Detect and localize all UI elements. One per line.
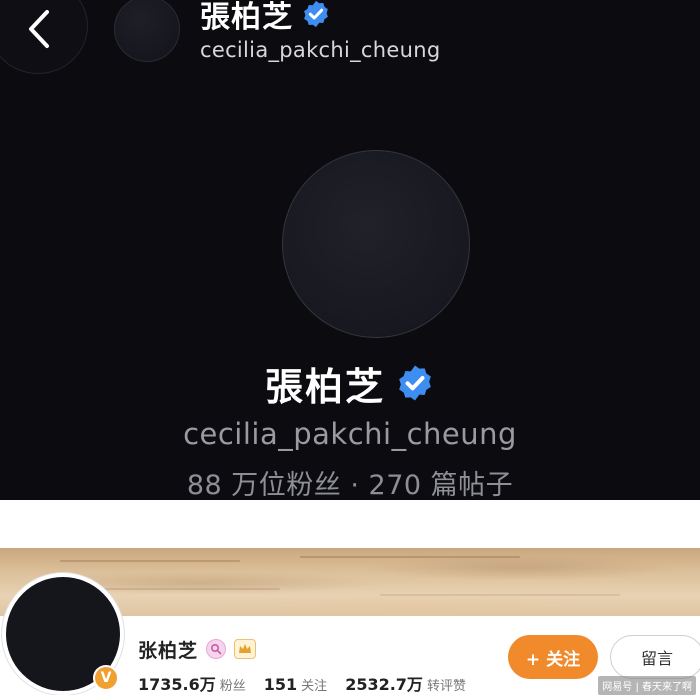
vip-crown-icon[interactable] <box>234 639 257 659</box>
weibo-username: 张柏芝 <box>138 639 199 662</box>
header-name-row: 張柏芝 <box>200 0 331 35</box>
banner-texture <box>300 556 520 558</box>
engagement-count[interactable]: 2532.7万 <box>345 671 423 695</box>
weibo-stats-row: 1735.6万 粉丝 151 关注 2532.7万 转评赞 <box>138 671 480 694</box>
following-label: 关注 <box>301 679 328 694</box>
banner-texture <box>60 560 240 562</box>
watermark: 网易号 | 春天来了啊 <box>598 676 696 695</box>
profile-stats: 88 万位粉丝 · 270 篇帖子 <box>186 470 514 500</box>
follow-button[interactable]: + 关注 <box>508 635 598 679</box>
super-topic-icon[interactable] <box>206 639 227 659</box>
profile-avatar[interactable] <box>282 150 470 338</box>
divider-gap <box>0 500 700 548</box>
followers-count[interactable]: 1735.6万 <box>138 671 216 695</box>
chevron-left-icon <box>29 10 49 48</box>
weibo-name-row: 张柏芝 <box>138 637 257 662</box>
verified-badge-icon <box>304 0 328 28</box>
weibo-verified-icon: V <box>93 665 119 691</box>
following-count[interactable]: 151 <box>264 675 297 694</box>
profile-name-row: 張柏芝 <box>0 358 700 409</box>
weibo-profile-panel: V 张柏芝 1735.6万 粉丝 151 关注 2532.7万 转评赞 + 关注… <box>0 500 700 695</box>
profile-handle: cecilia_pakchi_cheung <box>183 417 517 451</box>
profile-name: 張柏芝 <box>264 364 385 409</box>
instagram-profile-panel: 張柏芝 cecilia_pakchi_cheung 張柏芝 cecilia_pa… <box>0 0 700 500</box>
message-button[interactable]: 留言 <box>610 635 700 679</box>
header-handle: cecilia_pakchi_cheung <box>200 38 441 62</box>
engagement-label: 转评赞 <box>426 679 466 694</box>
verified-badge-icon <box>399 365 431 401</box>
header-avatar[interactable] <box>114 0 180 62</box>
followers-label: 粉丝 <box>219 679 246 694</box>
banner-texture <box>380 594 620 596</box>
header-username: 張柏芝 <box>200 0 293 35</box>
back-button[interactable] <box>0 0 88 74</box>
